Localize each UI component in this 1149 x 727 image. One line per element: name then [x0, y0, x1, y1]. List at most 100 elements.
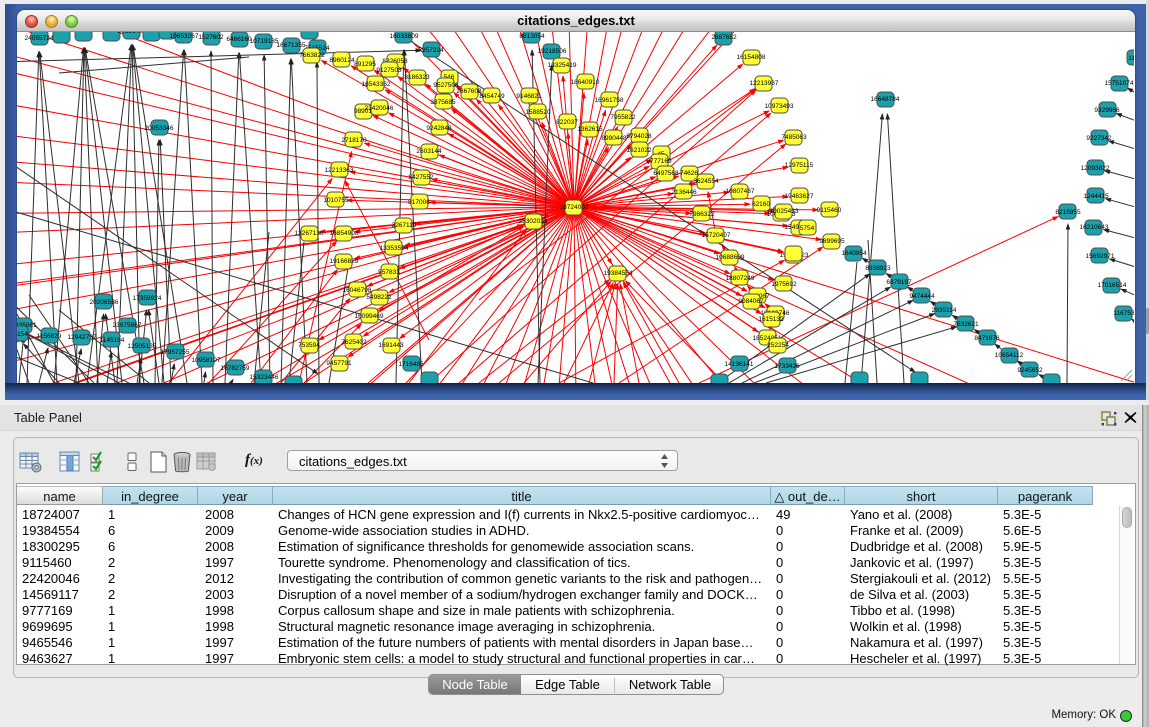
svg-text:3875685: 3875685	[430, 99, 456, 106]
svg-text:817006: 817006	[408, 199, 430, 206]
svg-text:7986322: 7986322	[689, 211, 715, 218]
svg-text:9899695: 9899695	[819, 238, 845, 245]
svg-text:16854908: 16854908	[330, 230, 359, 237]
svg-text:10654112: 10654112	[995, 352, 1024, 359]
svg-text:20053346: 20053346	[145, 125, 174, 132]
svg-text:12505135: 12505135	[128, 343, 157, 350]
svg-text:7632621: 7632621	[953, 321, 979, 328]
svg-text:62160: 62160	[752, 201, 770, 208]
svg-text:2887682: 2887682	[711, 34, 737, 41]
svg-text:10973493: 10973493	[765, 103, 794, 110]
svg-text:1145194: 1145194	[100, 337, 125, 344]
svg-text:2718170: 2718170	[341, 137, 367, 144]
svg-text:6794028: 6794028	[626, 133, 652, 140]
svg-text:9242848: 9242848	[426, 125, 452, 132]
svg-text:20206536: 20206536	[90, 299, 119, 306]
svg-text:16961758: 16961758	[595, 97, 624, 104]
svg-text:16046798: 16046798	[343, 287, 372, 294]
svg-text:25302033: 25302033	[519, 218, 548, 225]
svg-text:8215955: 8215955	[1055, 209, 1081, 216]
svg-text:891295: 891295	[354, 61, 376, 68]
svg-text:10025433: 10025433	[770, 208, 799, 215]
svg-text:16210643: 16210643	[1080, 224, 1109, 231]
svg-text:1010755: 1010755	[323, 197, 349, 204]
svg-text:19218506: 19218506	[538, 48, 567, 55]
svg-text:10719185: 10719185	[250, 38, 279, 45]
svg-text:9777169: 9777169	[646, 158, 672, 165]
svg-text:8990448: 8990448	[601, 135, 627, 142]
svg-text:9127503: 9127503	[376, 67, 402, 74]
svg-text:39154: 39154	[17, 331, 28, 338]
svg-text:5754: 5754	[800, 225, 815, 232]
svg-text:2935114: 2935114	[932, 307, 957, 314]
svg-text:18724007: 18724007	[560, 204, 589, 211]
svg-text:10688609: 10688609	[716, 254, 745, 261]
svg-text:9115460: 9115460	[817, 207, 842, 214]
svg-text:8186323: 8186323	[404, 74, 430, 81]
svg-text:17016514: 17016514	[1098, 282, 1127, 289]
svg-text:7955822: 7955822	[610, 114, 636, 121]
svg-text:6466160: 6466160	[226, 36, 252, 43]
svg-text:2867608: 2867608	[456, 88, 482, 95]
svg-text:1733426: 1733426	[774, 363, 800, 370]
svg-text:1716485: 1716485	[398, 361, 424, 368]
svg-text:20691406: 20691406	[118, 32, 147, 35]
svg-text:7663822: 7663822	[299, 52, 325, 59]
svg-text:9146821: 9146821	[516, 93, 542, 100]
svg-text:3624554: 3624554	[693, 178, 719, 185]
svg-text:15720407: 15720407	[702, 232, 731, 239]
svg-text:19384554: 19384554	[604, 270, 633, 277]
svg-text:16782759: 16782759	[221, 365, 250, 372]
svg-text:10653267: 10653267	[170, 33, 199, 40]
svg-text:9084067: 9084067	[738, 298, 764, 305]
svg-text:252254: 252254	[767, 342, 789, 349]
svg-text:12213987: 12213987	[750, 80, 779, 87]
svg-text:19166829: 19166829	[330, 258, 359, 265]
svg-text:1615132: 1615132	[758, 316, 784, 323]
svg-text:1244415: 1244415	[1083, 193, 1109, 200]
svg-text:8427552: 8427552	[408, 174, 434, 181]
svg-text:10958107: 10958107	[192, 357, 221, 364]
svg-text:753594: 753594	[298, 342, 320, 349]
svg-text:16671355: 16671355	[277, 42, 306, 49]
svg-text:16099469: 16099469	[355, 313, 384, 320]
svg-text:15751074: 15751074	[1105, 80, 1134, 87]
svg-text:7957224: 7957224	[418, 47, 444, 54]
svg-text:116753: 116753	[1113, 310, 1134, 317]
svg-text:8960124: 8960124	[329, 57, 355, 64]
svg-text:17957255: 17957255	[161, 349, 190, 356]
svg-text:18807249: 18807249	[726, 275, 755, 282]
svg-text:1362615: 1362615	[577, 126, 603, 133]
svg-text:7625402: 7625402	[341, 339, 367, 346]
svg-text:8454749: 8454749	[479, 93, 505, 100]
svg-text:9527508: 9527508	[433, 82, 459, 89]
svg-text:9329966: 9329966	[1094, 107, 1120, 114]
svg-text:7485063: 7485063	[781, 134, 807, 141]
svg-text:16154808: 16154808	[737, 54, 766, 61]
svg-text:2136446: 2136446	[671, 189, 697, 196]
svg-text:12093822: 12093822	[1081, 165, 1110, 172]
svg-text:557833: 557833	[378, 269, 400, 276]
svg-text:18640910: 18640910	[571, 79, 600, 86]
svg-text:24055724: 24055724	[25, 35, 54, 42]
svg-text:6879197: 6879197	[886, 279, 912, 286]
svg-text:1588520: 1588520	[525, 109, 551, 116]
svg-text:2603144: 2603144	[416, 148, 442, 155]
svg-text:1156829: 1156829	[37, 333, 62, 340]
svg-text:14136141: 14136141	[725, 361, 754, 368]
svg-text:12213363: 12213363	[325, 167, 354, 174]
svg-text:23420046: 23420046	[365, 105, 394, 112]
svg-text:9227342: 9227342	[1086, 135, 1112, 142]
svg-text:23975867: 23975867	[113, 322, 142, 329]
svg-text:74626: 74626	[680, 170, 698, 177]
svg-text:12975115: 12975115	[785, 162, 814, 169]
svg-text:8471676: 8471676	[974, 335, 1000, 342]
svg-text:8938923: 8938923	[865, 265, 891, 272]
svg-text:1691443: 1691443	[378, 342, 404, 349]
svg-text:822037: 822037	[556, 119, 578, 126]
svg-text:5498222: 5498222	[366, 294, 392, 301]
svg-text:13325419: 13325419	[548, 62, 577, 69]
svg-text:16543362: 16543362	[362, 81, 391, 88]
svg-text:13353594: 13353594	[380, 245, 409, 252]
svg-text:13267130: 13267130	[295, 230, 324, 237]
